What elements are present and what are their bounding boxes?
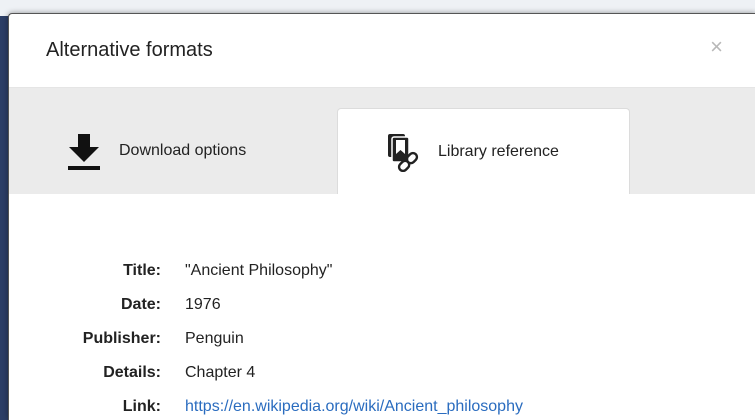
alternative-formats-modal: Alternative formats × Download options L… (8, 13, 755, 420)
publisher-label: Publisher: (82, 330, 161, 347)
tab-download-options-label: Download options (119, 142, 247, 159)
date-value: 1976 (185, 296, 221, 313)
title-row: Title: "Ancient Philosophy" (9, 254, 332, 288)
library-link-icon (386, 132, 420, 172)
publisher-row: Publisher: Penguin (9, 322, 244, 356)
reference-link[interactable]: https://en.wikipedia.org/wiki/Ancient_ph… (185, 398, 523, 416)
tab-download-options[interactable]: Download options (9, 108, 335, 194)
tab-library-reference[interactable]: Library reference (337, 108, 630, 194)
modal-title: Alternative formats (46, 39, 213, 61)
close-button[interactable]: × (710, 36, 723, 58)
date-label: Date: (120, 296, 161, 313)
publisher-value: Penguin (185, 330, 244, 347)
details-value: Chapter 4 (185, 364, 256, 381)
title-label: Title: (123, 262, 161, 279)
date-row: Date: 1976 (9, 288, 221, 322)
title-value: "Ancient Philosophy" (185, 262, 333, 279)
details-row: Details: Chapter 4 (9, 356, 255, 390)
tab-strip: Download options Library reference (9, 88, 755, 194)
link-label: Link: (122, 398, 161, 415)
link-row: Link: https://en.wikipedia.org/wiki/Anci… (9, 390, 523, 420)
tab-library-reference-label: Library reference (438, 142, 559, 160)
download-icon (67, 131, 101, 171)
details-label: Details: (103, 364, 161, 381)
modal-header: Alternative formats × (9, 14, 755, 88)
